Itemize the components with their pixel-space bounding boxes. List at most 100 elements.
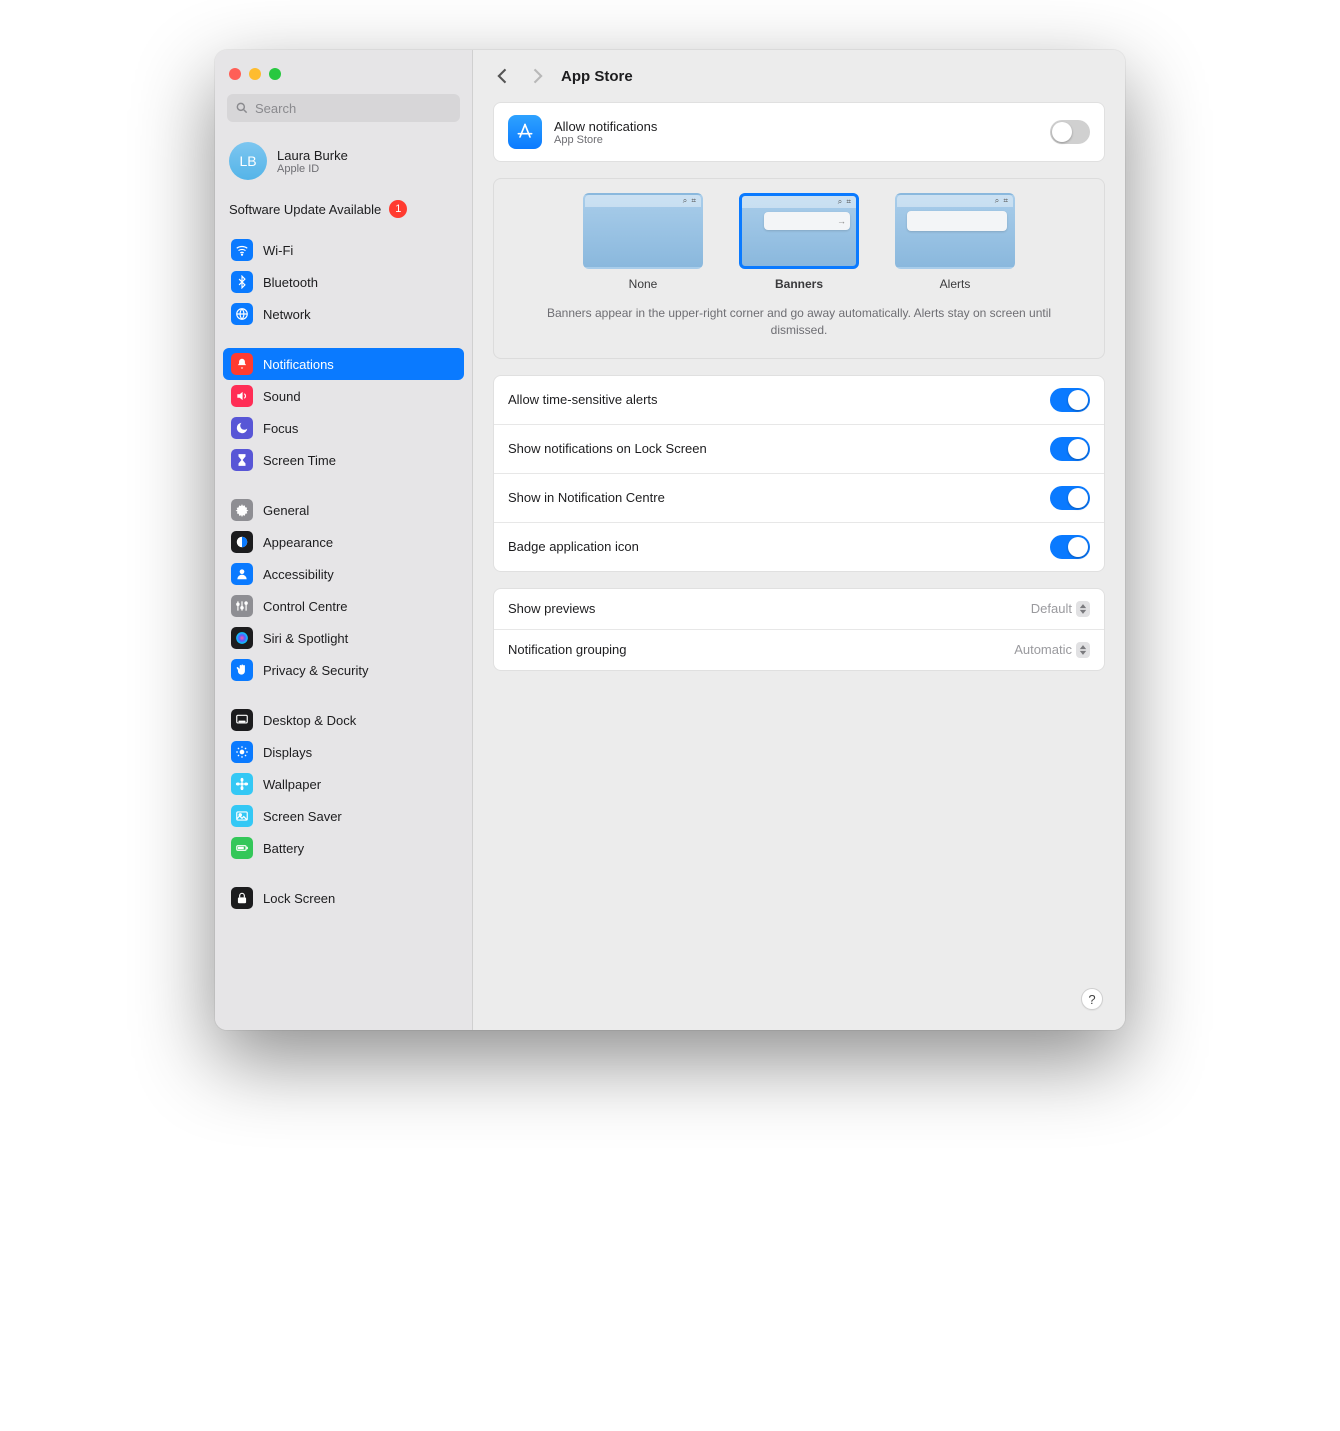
minimize-button[interactable] [249,68,261,80]
select-row: Notification grouping Automatic [494,629,1104,670]
search-wrap [227,94,460,122]
sidebar-item-bluetooth[interactable]: Bluetooth [223,266,464,298]
allow-panel: Allow notifications App Store [493,102,1105,162]
sidebar-item-label: Notifications [263,357,334,372]
sidebar-item-network[interactable]: Network [223,298,464,330]
sidebar-item-general[interactable]: General [223,494,464,526]
sidebar-item-battery[interactable]: Battery [223,832,464,864]
hourglass-icon [231,449,253,471]
sidebar-item-control-centre[interactable]: Control Centre [223,590,464,622]
switch-toggle[interactable] [1050,486,1090,510]
switch-toggle[interactable] [1050,437,1090,461]
allow-toggle[interactable] [1050,120,1090,144]
back-button[interactable] [493,66,513,86]
sidebar-item-label: Accessibility [263,567,334,582]
help-button[interactable]: ? [1081,988,1103,1010]
switch-label: Allow time-sensitive alerts [508,392,1038,407]
switch-toggle[interactable] [1050,388,1090,412]
person-icon [231,563,253,585]
forward-button[interactable] [527,66,547,86]
sidebar-item-wi-fi[interactable]: Wi-Fi [223,234,464,266]
select-label: Show previews [508,601,1019,616]
switch-row: Show in Notification Centre [494,473,1104,522]
zoom-button[interactable] [269,68,281,80]
sidebar-item-privacy-security[interactable]: Privacy & Security [223,654,464,686]
selects-panel: Show previews Default Notification groupin… [493,588,1105,671]
allow-title: Allow notifications [554,119,1038,134]
sidebar-item-lock-screen[interactable]: Lock Screen [223,882,464,914]
photo-icon [231,805,253,827]
avatar: LB [229,142,267,180]
speaker-icon [231,385,253,407]
switch-label: Show notifications on Lock Screen [508,441,1038,456]
sidebar-item-screen-saver[interactable]: Screen Saver [223,800,464,832]
sidebar-item-label: Battery [263,841,304,856]
appearance-icon [231,531,253,553]
allow-sub: App Store [554,134,1038,146]
sidebar-item-label: Screen Saver [263,809,342,824]
sidebar-item-displays[interactable]: Displays [223,736,464,768]
sidebar-item-wallpaper[interactable]: Wallpaper [223,768,464,800]
globe-icon [231,303,253,325]
alert-style-panel: ⌕ ⌗ None ⌕ ⌗ → Banners ⌕ ⌗ [493,178,1105,359]
sidebar-item-label: Control Centre [263,599,348,614]
main-content: App Store Allow notifications App Store [473,50,1125,1030]
style-banners-label: Banners [739,277,859,291]
sidebar: LB Laura Burke Apple ID Software Update … [215,50,473,1030]
flower-icon [231,773,253,795]
switches-panel: Allow time-sensitive alerts Show notifica… [493,375,1105,572]
sidebar-item-siri-spotlight[interactable]: Siri & Spotlight [223,622,464,654]
toolbar: App Store [473,50,1125,94]
settings-window: LB Laura Burke Apple ID Software Update … [215,50,1125,1030]
switch-label: Show in Notification Centre [508,490,1038,505]
switch-row: Show notifications on Lock Screen [494,424,1104,473]
dock-icon [231,709,253,731]
sliders-icon [231,595,253,617]
sidebar-item-label: Displays [263,745,312,760]
software-update-row[interactable]: Software Update Available 1 [215,194,472,230]
select-value[interactable]: Automatic [1014,642,1090,658]
software-update-label: Software Update Available [229,202,381,217]
sidebar-item-label: Wi-Fi [263,243,293,258]
sidebar-item-sound[interactable]: Sound [223,380,464,412]
search-input[interactable] [227,94,460,122]
sidebar-item-notifications[interactable]: Notifications [223,348,464,380]
sidebar-item-label: Screen Time [263,453,336,468]
sidebar-item-focus[interactable]: Focus [223,412,464,444]
select-label: Notification grouping [508,642,1002,657]
allow-row: Allow notifications App Store [494,103,1104,161]
chevron-up-down-icon [1076,642,1090,658]
siri-icon [231,627,253,649]
battery-icon [231,837,253,859]
lock-icon [231,887,253,909]
sidebar-item-label: Lock Screen [263,891,335,906]
select-row: Show previews Default [494,589,1104,629]
hand-icon [231,659,253,681]
switch-toggle[interactable] [1050,535,1090,559]
moon-icon [231,417,253,439]
account-row[interactable]: LB Laura Burke Apple ID [215,134,472,194]
sidebar-item-appearance[interactable]: Appearance [223,526,464,558]
update-badge: 1 [389,200,407,218]
switch-label: Badge application icon [508,539,1038,554]
sidebar-item-label: Focus [263,421,298,436]
sun-icon [231,741,253,763]
style-none[interactable]: ⌕ ⌗ None [583,193,703,291]
search-icon [235,101,249,115]
chevron-up-down-icon [1076,601,1090,617]
sidebar-item-label: Sound [263,389,301,404]
style-description: Banners appear in the upper-right corner… [506,305,1092,340]
sidebar-item-accessibility[interactable]: Accessibility [223,558,464,590]
select-value[interactable]: Default [1031,601,1090,617]
sidebar-item-label: Appearance [263,535,333,550]
sidebar-item-label: Network [263,307,311,322]
style-banners[interactable]: ⌕ ⌗ → Banners [739,193,859,291]
bluetooth-icon [231,271,253,293]
close-button[interactable] [229,68,241,80]
style-alerts[interactable]: ⌕ ⌗ Alerts [895,193,1015,291]
sidebar-item-screen-time[interactable]: Screen Time [223,444,464,476]
sidebar-item-desktop-dock[interactable]: Desktop & Dock [223,704,464,736]
page-title: App Store [561,68,633,85]
account-name: Laura Burke [277,148,348,163]
wifi-icon [231,239,253,261]
